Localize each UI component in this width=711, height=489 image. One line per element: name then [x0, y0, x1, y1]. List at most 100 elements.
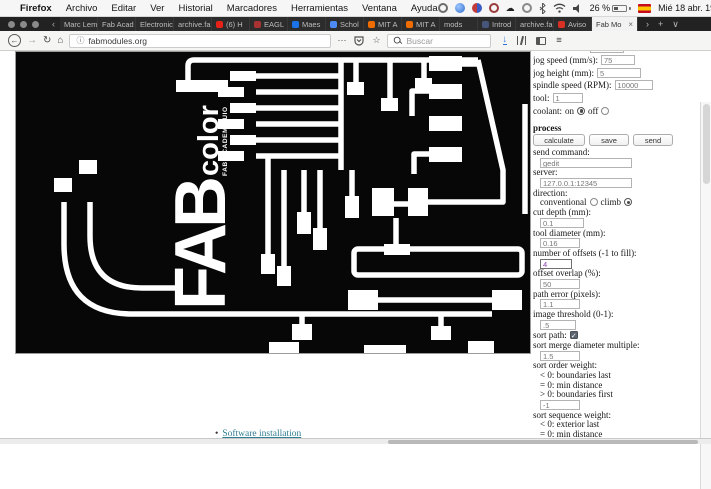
path-error-label: path error (pixels):: [533, 289, 700, 299]
tool-input[interactable]: 1: [553, 93, 583, 103]
horizontal-scrollbar[interactable]: [0, 438, 711, 444]
menu-item-herramientas[interactable]: Herramientas: [291, 3, 348, 14]
new-tab-button[interactable]: +: [658, 19, 663, 29]
page-action-icons: ⋯ ☆: [337, 35, 380, 46]
tab-introd[interactable]: Introd: [478, 17, 516, 31]
close-window-button[interactable]: [8, 21, 15, 28]
tab-marc-lem[interactable]: Marc Lem: [60, 17, 98, 31]
menu-item-archivo[interactable]: Archivo: [66, 3, 98, 14]
app-inventor-favicon: [406, 21, 413, 28]
search-field[interactable]: Buscar: [387, 34, 491, 48]
zoom-window-button[interactable]: [32, 21, 39, 28]
tab-archive-fa[interactable]: archive.fa: [516, 17, 554, 31]
image-threshold-input[interactable]: .5: [540, 320, 576, 330]
path-error-input[interactable]: 1.1: [540, 299, 580, 309]
reload-button[interactable]: ↻: [43, 36, 51, 46]
horizontal-scrollbar-thumb[interactable]: [388, 440, 698, 444]
navigation-toolbar: ← → ↻ ⌂ ⓘ fabmodules.org ⋯ ☆ Buscar ↓ ≡: [0, 31, 711, 51]
direction-climb-radio[interactable]: [624, 198, 632, 206]
sidebar-toggle-button[interactable]: [536, 37, 546, 45]
forward-button[interactable]: →: [27, 36, 37, 46]
offset-overlap-input[interactable]: 50: [540, 279, 580, 289]
tab-scroll-left-button[interactable]: ‹: [47, 17, 60, 31]
menu-item-editar[interactable]: Editar: [111, 3, 136, 14]
vertical-scrollbar[interactable]: [700, 102, 711, 489]
volume-icon[interactable]: [573, 4, 583, 13]
tab-aviso[interactable]: Aviso: [554, 17, 592, 31]
page-actions-overflow-icon[interactable]: ⋯: [337, 35, 346, 46]
back-button[interactable]: ←: [8, 34, 21, 47]
server-input[interactable]: 127.0.0.1:12345: [540, 178, 632, 188]
vertical-scrollbar-thumb[interactable]: [703, 104, 710, 184]
tab-eagl[interactable]: EAGL: [250, 17, 288, 31]
tab-electronic[interactable]: Electronic: [136, 17, 174, 31]
tab-title: Fab Mo: [596, 20, 621, 29]
tab-schol[interactable]: Schol: [326, 17, 364, 31]
aperture-icon[interactable]: [438, 3, 448, 13]
bookmark-star-icon[interactable]: ☆: [372, 35, 380, 46]
clock-icon[interactable]: [522, 3, 532, 13]
menu-item-historial[interactable]: Historial: [178, 3, 212, 14]
home-button[interactable]: ⌂: [57, 36, 63, 46]
clipped-row: [533, 51, 700, 54]
globe-icon[interactable]: [455, 3, 465, 13]
tab-scroll-right-button[interactable]: ›: [646, 19, 649, 29]
tab-fab-acad[interactable]: Fab Acad: [98, 17, 136, 31]
url-bar[interactable]: ⓘ fabmodules.org: [69, 34, 331, 48]
downloads-button[interactable]: ↓: [503, 36, 508, 45]
process-heading: process: [533, 123, 700, 134]
firefox-window: Firefox Archivo Editar Ver Historial Marcado…: [0, 0, 711, 444]
site-info-icon[interactable]: ⓘ: [76, 35, 84, 46]
menu-item-ayuda[interactable]: Ayuda: [411, 3, 438, 14]
spain-flag-icon[interactable]: [638, 4, 651, 13]
tab-title: EAGL: [264, 20, 284, 29]
tab-archive-fa[interactable]: archive.fa: [174, 17, 212, 31]
search-placeholder: Buscar: [407, 36, 433, 46]
send-button[interactable]: send: [633, 134, 673, 146]
number-of-offsets-input[interactable]: 4: [540, 259, 572, 269]
menu-item-marcadores[interactable]: Marcadores: [227, 3, 277, 14]
coolant-on-radio[interactable]: [577, 107, 585, 115]
tab-mit-a[interactable]: MIT A: [364, 17, 402, 31]
number-of-offsets-label: number of offsets (-1 to fill):: [533, 248, 700, 258]
minimize-window-button[interactable]: [20, 21, 27, 28]
library-button[interactable]: [517, 36, 526, 45]
cloud-icon[interactable]: ☁: [506, 3, 515, 14]
bluetooth-icon[interactable]: [539, 3, 546, 14]
tab--6-h[interactable]: (6) H: [212, 17, 250, 31]
jog-height-input[interactable]: 5: [597, 68, 641, 78]
coolant-off-radio[interactable]: [601, 107, 609, 115]
menu-datetime[interactable]: Mié 18 abr. 19:23: [658, 3, 711, 13]
window-controls: [0, 17, 47, 31]
macos-menu-bar: Firefox Archivo Editar Ver Historial Marcado…: [0, 0, 711, 17]
tab-mods[interactable]: mods: [440, 17, 478, 31]
wifi-icon[interactable]: [553, 3, 566, 13]
tab-maes[interactable]: Maes: [288, 17, 326, 31]
record-icon[interactable]: [489, 3, 499, 13]
tool-diameter-input[interactable]: 0.16: [540, 238, 580, 248]
sort-order-weight-input[interactable]: -1: [540, 400, 580, 410]
grid-icon[interactable]: [472, 3, 482, 13]
hamburger-menu-button[interactable]: ≡: [556, 35, 562, 46]
sort-merge-input[interactable]: 1.5: [540, 351, 580, 361]
jog-speed-input[interactable]: 75: [601, 55, 635, 65]
tab-fab-mo[interactable]: Fab Mo ×: [592, 17, 638, 31]
send-command-input[interactable]: gedit: [540, 158, 632, 168]
close-tab-icon[interactable]: ×: [628, 20, 633, 29]
tab-mit-a[interactable]: MIT A: [402, 17, 440, 31]
cut-depth-input[interactable]: 0.1: [540, 218, 584, 228]
sort-order-line: < 0: boundaries last: [533, 370, 700, 380]
direction-conventional-radio[interactable]: [590, 198, 598, 206]
calculate-button[interactable]: calculate: [533, 134, 585, 146]
tab-title: archive.fa: [178, 20, 211, 29]
spindle-speed-input[interactable]: 10000: [615, 80, 653, 90]
tab-list-dropdown-button[interactable]: ∨: [672, 19, 679, 30]
eagle-favicon: [254, 21, 261, 28]
menu-item-ventana[interactable]: Ventana: [362, 3, 397, 14]
menu-item-ver[interactable]: Ver: [150, 3, 164, 14]
menu-app-name[interactable]: Firefox: [20, 3, 52, 14]
battery-indicator[interactable]: 26 %: [590, 3, 632, 13]
pocket-icon[interactable]: [354, 36, 364, 46]
save-button[interactable]: save: [589, 134, 629, 146]
sort-path-checkbox[interactable]: ✓: [570, 331, 578, 339]
